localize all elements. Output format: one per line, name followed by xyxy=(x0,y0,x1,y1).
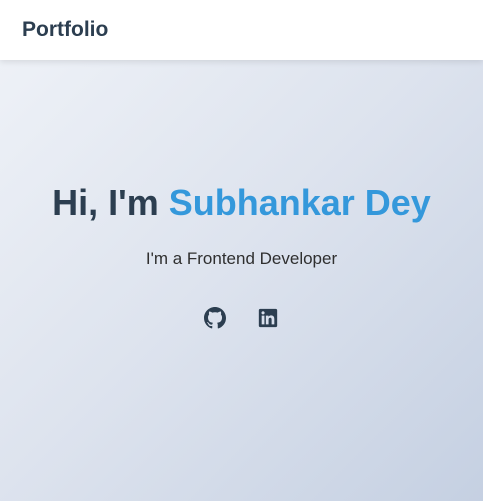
brand-logo-link[interactable]: Portfolio xyxy=(22,18,108,42)
github-link[interactable] xyxy=(204,307,226,329)
hero-section: Hi, I'm Subhankar Dey I'm a Frontend Dev… xyxy=(0,60,483,501)
github-icon xyxy=(204,307,226,329)
navbar: Portfolio xyxy=(0,0,483,60)
hero-greeting: Hi, I'm xyxy=(52,182,169,223)
hero-tagline: I'm a Frontend Developer xyxy=(145,249,338,268)
social-links xyxy=(204,307,279,329)
hero-headline: Hi, I'm Subhankar Dey xyxy=(52,179,431,227)
linkedin-link[interactable] xyxy=(257,307,279,329)
linkedin-icon xyxy=(258,308,278,328)
hero-name: Subhankar Dey xyxy=(168,182,431,223)
